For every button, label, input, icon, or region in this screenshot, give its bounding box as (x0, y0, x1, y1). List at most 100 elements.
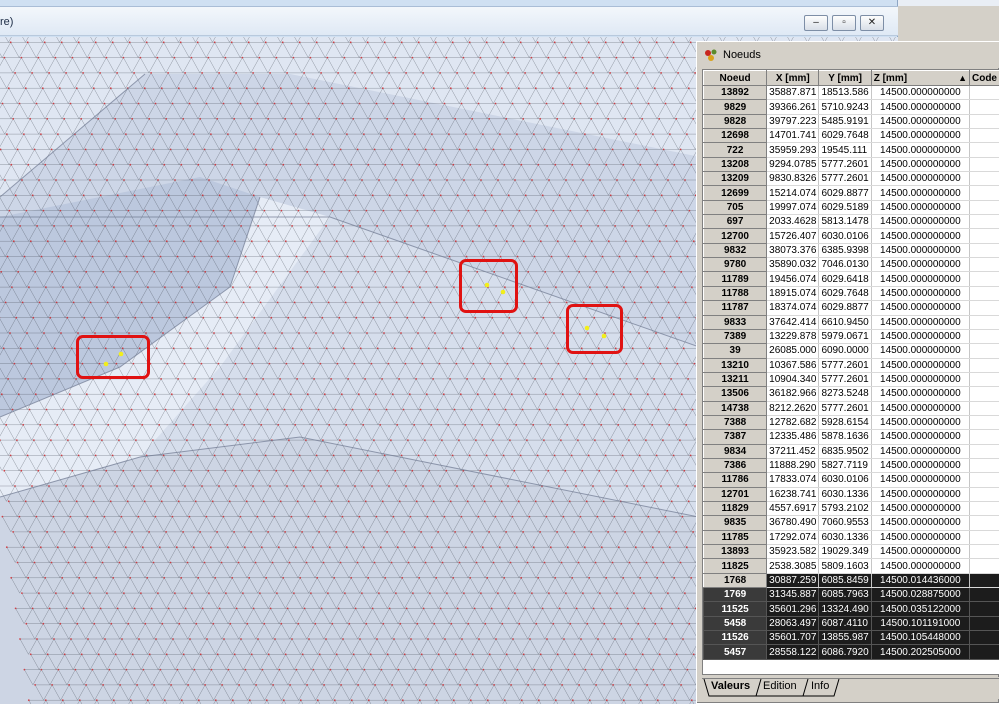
cell-z[interactable]: 14500.000000000 (871, 228, 970, 244)
table-row[interactable]: 697 2033.4628 5813.1478 14500.000000000 (703, 214, 999, 230)
cell-y[interactable]: 5878.1636 (818, 429, 872, 445)
cell-z[interactable]: 14500.000000000 (871, 372, 970, 388)
cell-y[interactable]: 5777.2601 (818, 157, 872, 173)
table-row[interactable]: 11829 4557.6917 5793.2102 14500.000000000 (703, 500, 999, 517)
cell-x[interactable]: 13229.878 (766, 329, 820, 345)
cell-x[interactable]: 35890.032 (766, 257, 820, 273)
table-row[interactable]: 11786 17833.074 6030.0106 14500.000000000 (703, 472, 999, 488)
cell-x[interactable]: 18915.074 (766, 286, 820, 302)
cell-y[interactable]: 6029.5189 (818, 200, 872, 216)
cell-z[interactable]: 14500.000000000 (871, 243, 970, 259)
cell-code[interactable] (969, 501, 999, 517)
cell-y[interactable]: 6030.1336 (818, 530, 872, 546)
table-row[interactable]: 11825 2538.3085 5809.1603 14500.000000000 (703, 558, 999, 574)
cell-z[interactable]: 14500.000000000 (871, 358, 970, 373)
column-header-x[interactable]: X [mm] (766, 70, 820, 86)
cell-z[interactable]: 14500.000000000 (871, 171, 970, 187)
cell-code[interactable] (969, 401, 999, 416)
cell-y[interactable]: 7060.9553 (818, 515, 872, 531)
cell-x[interactable]: 2538.3085 (766, 558, 820, 574)
cell-x[interactable]: 10904.340 (766, 372, 820, 388)
cell-x[interactable]: 12782.682 (766, 415, 820, 431)
table-row[interactable]: 13210 10367.586 5777.2601 14500.000000000 (703, 357, 999, 373)
cell-x[interactable]: 36182.966 (766, 386, 820, 402)
cell-code[interactable] (969, 329, 999, 345)
cell-y[interactable]: 5813.1478 (818, 214, 872, 230)
cell-id[interactable]: 9834 (703, 443, 768, 459)
cell-x[interactable]: 12335.486 (766, 429, 820, 445)
cell-code[interactable] (969, 472, 999, 488)
table-row[interactable]: 9834 37211.452 6835.9502 14500.000000000 (703, 443, 999, 459)
cell-z[interactable]: 14500.000000000 (871, 300, 970, 316)
table-row[interactable]: 9780 35890.032 7046.0130 14500.000000000 (703, 257, 999, 273)
table-row[interactable]: 12699 15214.074 6029.8877 14500.000000000 (703, 185, 999, 201)
cell-id[interactable]: 13211 (703, 371, 768, 388)
cell-id[interactable]: 13209 (703, 171, 768, 187)
cell-id[interactable]: 11785 (703, 529, 768, 546)
cell-code[interactable] (969, 487, 999, 502)
cell-y[interactable]: 18513.586 (818, 85, 872, 101)
table-row[interactable]: 7386 11888.290 5827.7119 14500.000000000 (703, 457, 999, 474)
restore-button[interactable]: ▫ (832, 15, 856, 31)
cell-y[interactable]: 6086.7920 (818, 644, 872, 660)
table-row[interactable]: 14738 8212.2620 5777.2601 14500.000000000 (703, 400, 999, 416)
cell-x[interactable]: 35601.296 (766, 601, 820, 617)
tab-edition[interactable]: Edition (755, 679, 801, 695)
cell-id[interactable]: 11789 (703, 271, 768, 287)
cell-id[interactable]: 7388 (703, 414, 768, 431)
cell-id[interactable]: 11787 (703, 300, 768, 316)
cell-y[interactable]: 6610.9450 (818, 315, 872, 330)
table-row[interactable]: 12700 15726.407 6030.0106 14500.000000000 (703, 228, 999, 244)
cell-id[interactable]: 9833 (703, 314, 768, 330)
cell-id[interactable]: 12698 (703, 128, 768, 144)
cell-id[interactable]: 11829 (703, 500, 768, 517)
cell-code[interactable] (969, 300, 999, 316)
cell-id[interactable]: 12699 (703, 185, 768, 201)
cell-y[interactable]: 5827.7119 (818, 458, 872, 474)
cell-id[interactable]: 14738 (703, 400, 768, 416)
cell-id[interactable]: 697 (703, 214, 768, 230)
cell-y[interactable]: 6030.0106 (818, 228, 872, 244)
cell-y[interactable]: 5777.2601 (818, 372, 872, 388)
cell-x[interactable]: 2033.4628 (766, 214, 820, 230)
table-row[interactable]: 9833 37642.414 6610.9450 14500.000000000 (703, 314, 999, 330)
cell-y[interactable]: 6030.1336 (818, 487, 872, 502)
cell-code[interactable] (969, 558, 999, 574)
cell-y[interactable]: 13324.490 (818, 601, 872, 617)
cell-y[interactable]: 5777.2601 (818, 171, 872, 187)
table-row[interactable]: 13211 10904.340 5777.2601 14500.000000000 (703, 371, 999, 388)
cell-z[interactable]: 14500.202505000 (871, 644, 970, 660)
cell-code[interactable] (969, 444, 999, 459)
cell-code[interactable] (969, 286, 999, 302)
table-row[interactable]: 13506 36182.966 8273.5248 14500.000000000 (703, 386, 999, 402)
table-row[interactable]: 5458 28063.497 6087.4110 14500.101191000 (703, 615, 999, 632)
cell-z[interactable]: 14500.000000000 (871, 487, 970, 502)
cell-id[interactable]: 11526 (703, 630, 768, 646)
cell-x[interactable]: 39797.223 (766, 114, 820, 130)
cell-code[interactable] (969, 644, 999, 660)
cell-code[interactable] (969, 530, 999, 546)
cell-x[interactable]: 35923.582 (766, 544, 820, 560)
cell-z[interactable]: 14500.000000000 (871, 99, 970, 115)
cell-x[interactable]: 4557.6917 (766, 501, 820, 517)
cell-y[interactable]: 6090.0000 (818, 343, 872, 359)
cell-id[interactable]: 11788 (703, 285, 768, 302)
cell-z[interactable]: 14500.000000000 (871, 185, 970, 201)
cell-id[interactable]: 9828 (703, 113, 768, 130)
cell-id[interactable]: 39 (703, 343, 768, 359)
cell-id[interactable]: 5457 (703, 644, 768, 660)
table-row[interactable]: 13209 9830.8326 5777.2601 14500.000000000 (703, 171, 999, 187)
cell-code[interactable] (969, 228, 999, 244)
cell-z[interactable]: 14500.000000000 (871, 515, 970, 531)
table-row[interactable]: 11789 19456.074 6029.6418 14500.000000000 (703, 271, 999, 287)
table-row[interactable]: 13892 35887.871 18513.586 14500.000000000 (703, 84, 999, 101)
cell-z[interactable]: 14500.014436000 (871, 573, 970, 589)
cell-code[interactable] (969, 343, 999, 359)
cell-code[interactable] (969, 587, 999, 603)
cell-x[interactable]: 30887.259 (766, 573, 820, 589)
cell-id[interactable]: 12701 (703, 486, 768, 502)
cell-code[interactable] (969, 573, 999, 589)
cell-y[interactable]: 6029.7648 (818, 128, 872, 144)
cell-y[interactable]: 13855.987 (818, 630, 872, 646)
cell-x[interactable]: 38073.376 (766, 243, 820, 259)
